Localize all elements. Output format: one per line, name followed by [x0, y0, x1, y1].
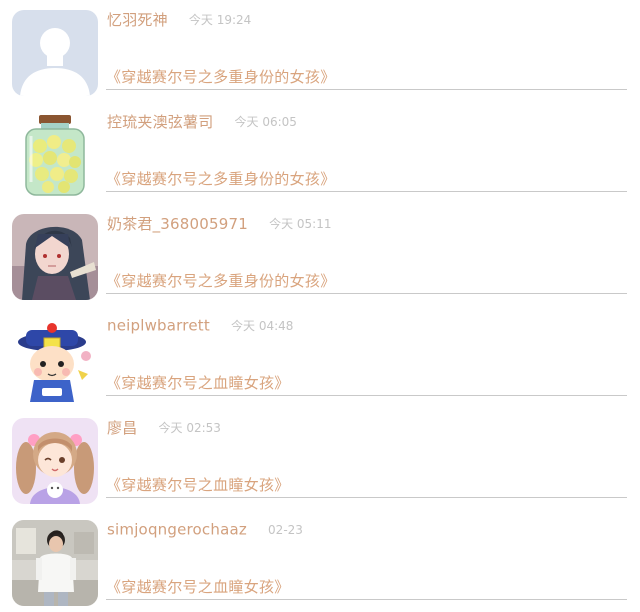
avatar[interactable] — [12, 418, 98, 504]
timestamp: 今天 06:05 — [234, 115, 297, 129]
user-name[interactable]: 控琉夹澳弦薯司 — [107, 113, 213, 131]
default-user-silhouette-icon — [12, 10, 98, 96]
comment-meta: simjoqngerochaaz 02-23 — [107, 519, 303, 541]
avatar[interactable] — [12, 316, 98, 402]
comment-meta: 奶茶君_368005971 今天 05:11 — [107, 213, 332, 235]
book-title-link[interactable]: 《穿越赛尔号之多重身份的女孩》 — [106, 66, 627, 90]
timestamp: 今天 02:53 — [158, 421, 221, 435]
user-name[interactable]: neiplwbarrett — [107, 317, 210, 335]
timestamp: 今天 05:11 — [269, 217, 332, 231]
comment-meta: 忆羽死神 今天 19:24 — [107, 9, 251, 31]
user-name[interactable]: 廖昌 — [107, 419, 137, 437]
book-title-link[interactable]: 《穿越赛尔号之血瞳女孩》 — [106, 474, 627, 498]
anime-girl-dark-hair-icon — [12, 214, 98, 300]
avatar[interactable] — [12, 214, 98, 300]
avatar[interactable] — [12, 520, 98, 606]
book-title-link[interactable]: 《穿越赛尔号之血瞳女孩》 — [106, 372, 627, 396]
comment-meta: 廖昌 今天 02:53 — [107, 417, 221, 439]
list-item[interactable]: 控琉夹澳弦薯司 今天 06:05 《穿越赛尔号之多重身份的女孩》 — [0, 102, 640, 204]
comment-meta: neiplwbarrett 今天 04:48 — [107, 315, 293, 337]
book-title-link[interactable]: 《穿越赛尔号之血瞳女孩》 — [106, 576, 627, 600]
avatar[interactable] — [12, 10, 98, 96]
anime-girl-pigtails-purple-icon — [12, 418, 98, 504]
photo-person-white-shirt-icon — [12, 520, 98, 606]
book-title-link[interactable]: 《穿越赛尔号之多重身份的女孩》 — [106, 270, 627, 294]
book-title-link[interactable]: 《穿越赛尔号之多重身份的女孩》 — [106, 168, 627, 192]
avatar[interactable] — [12, 112, 98, 198]
timestamp: 今天 04:48 — [231, 319, 294, 333]
cartoon-qing-official-hat-icon — [12, 316, 98, 402]
user-name[interactable]: 忆羽死神 — [107, 11, 168, 29]
list-item[interactable]: 廖昌 今天 02:53 《穿越赛尔号之血瞳女孩》 — [0, 408, 640, 510]
list-item[interactable]: neiplwbarrett 今天 04:48 《穿越赛尔号之血瞳女孩》 — [0, 306, 640, 408]
list-item[interactable]: simjoqngerochaaz 02-23 《穿越赛尔号之血瞳女孩》 — [0, 510, 640, 612]
user-name[interactable]: simjoqngerochaaz — [107, 521, 247, 539]
comment-meta: 控琉夹澳弦薯司 今天 06:05 — [107, 111, 297, 133]
list-item[interactable]: 忆羽死神 今天 19:24 《穿越赛尔号之多重身份的女孩》 — [0, 0, 640, 102]
timestamp: 02-23 — [268, 522, 303, 537]
jar-of-yellow-chicks-icon — [12, 112, 98, 198]
user-name[interactable]: 奶茶君_368005971 — [107, 215, 248, 233]
list-item[interactable]: 奶茶君_368005971 今天 05:11 《穿越赛尔号之多重身份的女孩》 — [0, 204, 640, 306]
timestamp: 今天 19:24 — [188, 13, 252, 27]
